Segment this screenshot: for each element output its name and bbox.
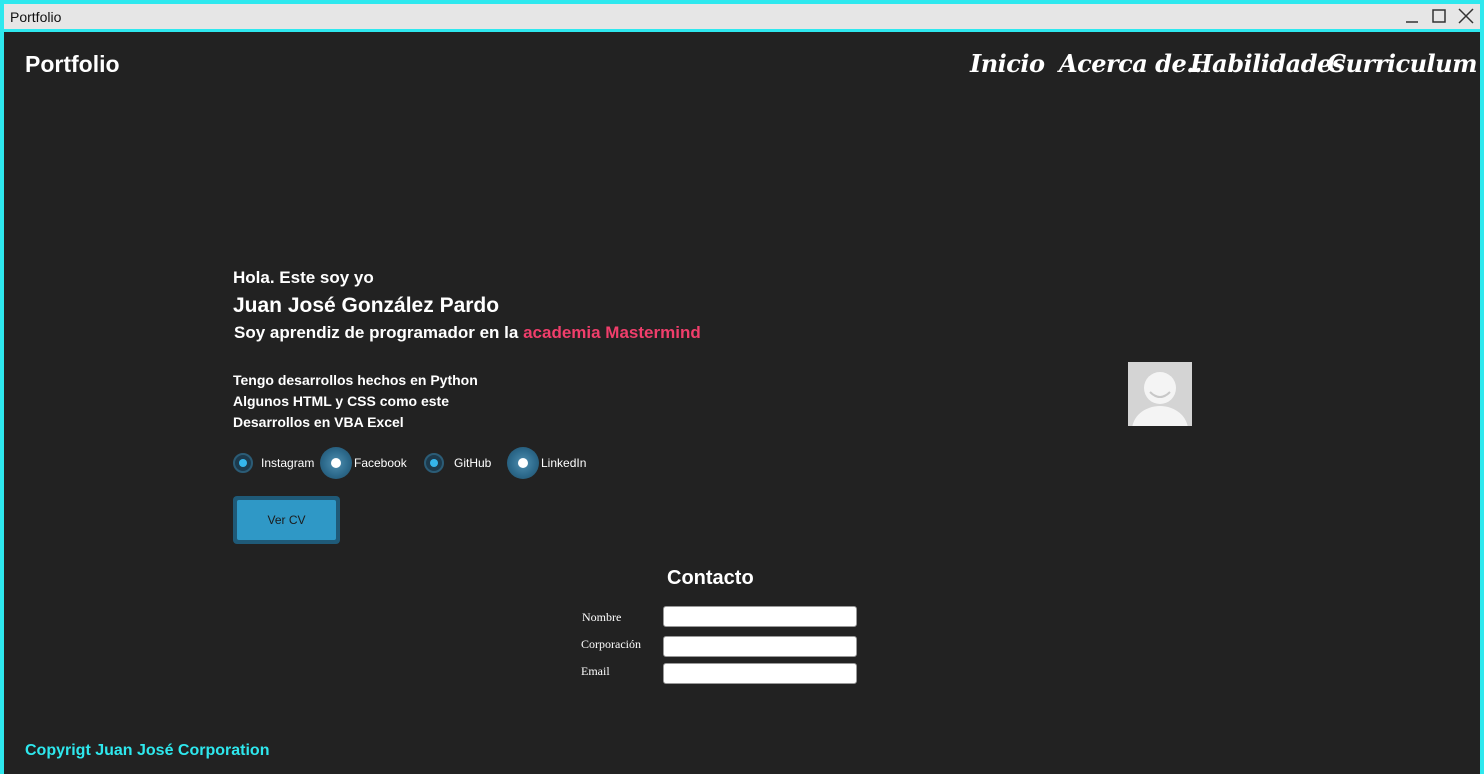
contact-title: Contacto — [667, 567, 754, 589]
full-name: Juan José González Pardo — [233, 294, 500, 317]
maximize-icon — [1432, 9, 1446, 23]
title-bar: Portfolio — [4, 4, 1480, 32]
close-button[interactable] — [1453, 4, 1480, 30]
radio-icon[interactable] — [424, 453, 444, 473]
social-label: LinkedIn — [541, 456, 587, 470]
minimize-icon — [1406, 21, 1418, 23]
maximize-button[interactable] — [1426, 4, 1453, 30]
minimize-button[interactable] — [1399, 4, 1426, 30]
brand-logo[interactable]: Portfolio — [25, 51, 120, 78]
name-label: Nombre — [582, 610, 622, 624]
skill-item: Algunos HTML y CSS como este — [233, 393, 449, 409]
social-label: Facebook — [354, 456, 407, 470]
close-icon — [1458, 8, 1474, 24]
role-prefix: Soy aprendiz de programador en la — [234, 323, 524, 342]
radio-icon[interactable] — [507, 447, 539, 479]
view-cv-button[interactable]: Ver CV — [233, 496, 340, 544]
skill-item: Tengo desarrollos hechos en Python — [233, 372, 478, 388]
role-text: Soy aprendiz de programador en la academ… — [234, 323, 701, 343]
social-label: GitHub — [454, 456, 492, 470]
email-field[interactable] — [663, 663, 857, 684]
view-cv-label: Ver CV — [237, 500, 336, 540]
nav-item-acerca[interactable]: Acerca de... — [1059, 49, 1210, 78]
page-content: Portfolio Inicio Acerca de... Habilidade… — [4, 35, 1480, 774]
nav-item-habilidades[interactable]: Habilidades — [1190, 49, 1345, 78]
name-field[interactable] — [663, 606, 857, 627]
skill-item: Desarrollos en VBA Excel — [233, 414, 404, 430]
academy-link[interactable]: academia Mastermind — [523, 323, 701, 342]
social-label: Instagram — [261, 456, 315, 470]
radio-icon[interactable] — [233, 453, 253, 473]
copyright-text: Copyrigt Juan José Corporation — [25, 742, 270, 759]
corporation-field[interactable] — [663, 636, 857, 657]
corporation-label: Corporación — [581, 637, 641, 651]
window-title: Portfolio — [10, 9, 62, 25]
greeting: Hola. Este soy yo — [233, 268, 374, 287]
skills-list: Tengo desarrollos hechos en Python Algun… — [233, 370, 478, 433]
user-avatar-icon — [1128, 362, 1192, 426]
nav-item-inicio[interactable]: Inicio — [970, 49, 1045, 78]
radio-icon[interactable] — [320, 447, 352, 479]
nav-item-curriculum[interactable]: Curriculum — [1327, 49, 1477, 78]
window-controls — [1399, 4, 1480, 30]
app-window: Portfolio Portfolio Inicio Acerca de... … — [0, 0, 1484, 774]
email-label: Email — [581, 664, 610, 678]
